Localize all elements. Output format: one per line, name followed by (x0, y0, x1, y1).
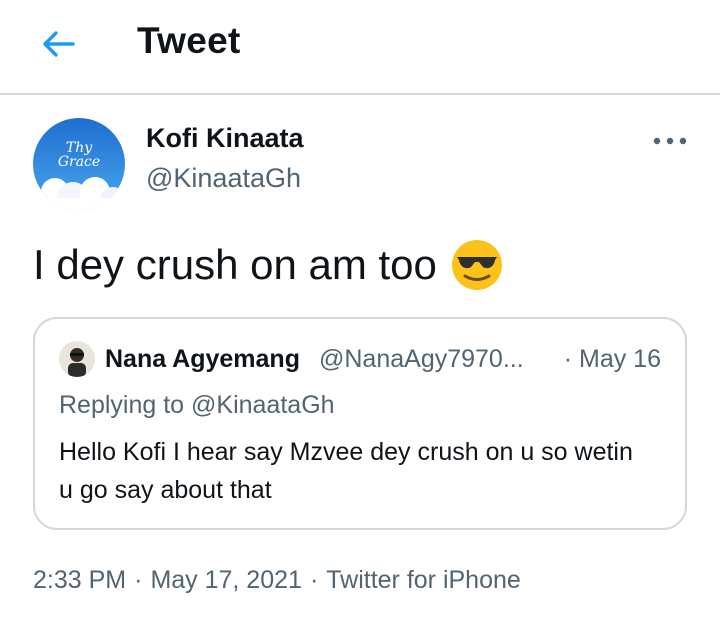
tweet-meta: 2:33 PM · May 17, 2021 · Twitter for iPhone (33, 566, 521, 595)
meta-separator: · (309, 566, 319, 594)
page-title: Tweet (137, 20, 241, 61)
sunglasses-emoji-icon (451, 239, 503, 291)
avatar[interactable]: Thy Grace (33, 118, 125, 210)
author-name[interactable]: Kofi Kinaata (146, 123, 304, 154)
more-options-button[interactable] (650, 128, 690, 154)
back-button[interactable] (36, 24, 80, 64)
quoted-avatar-image (59, 341, 95, 377)
quoted-text: Hello Kofi I hear say Mzvee dey crush on… (59, 438, 633, 504)
tweet-body: I dey crush on am too (33, 238, 503, 292)
meta-separator: · (134, 566, 143, 594)
author-handle[interactable]: @KinaataGh (146, 163, 301, 194)
arrow-left-icon (43, 31, 75, 57)
tweet-text: I dey crush on am too (33, 241, 437, 288)
tweet-page: Tweet Thy Grace Kofi Kinaata @KinaataGh (0, 0, 720, 619)
tweet-source[interactable]: Twitter for iPhone (326, 566, 521, 594)
quoted-author-handle: @NanaAgy7970... (319, 345, 524, 373)
tweet-time[interactable]: 2:33 PM (33, 566, 126, 594)
avatar-text-line2: Grace (58, 154, 100, 170)
more-dots-icon (653, 137, 687, 145)
avatar-image: Thy Grace (33, 118, 125, 210)
quoted-author-name: Nana Agyemang (105, 345, 300, 373)
header: Tweet (0, 0, 720, 95)
quoted-tweet[interactable]: Nana Agyemang @NanaAgy7970... · May 16 R… (33, 317, 687, 530)
quoted-date: · May 16 (563, 345, 661, 373)
quoted-replying-to: Replying to @KinaataGh (59, 391, 335, 419)
tweet-date[interactable]: May 17, 2021 (150, 566, 302, 594)
quoted-avatar[interactable] (59, 341, 95, 377)
